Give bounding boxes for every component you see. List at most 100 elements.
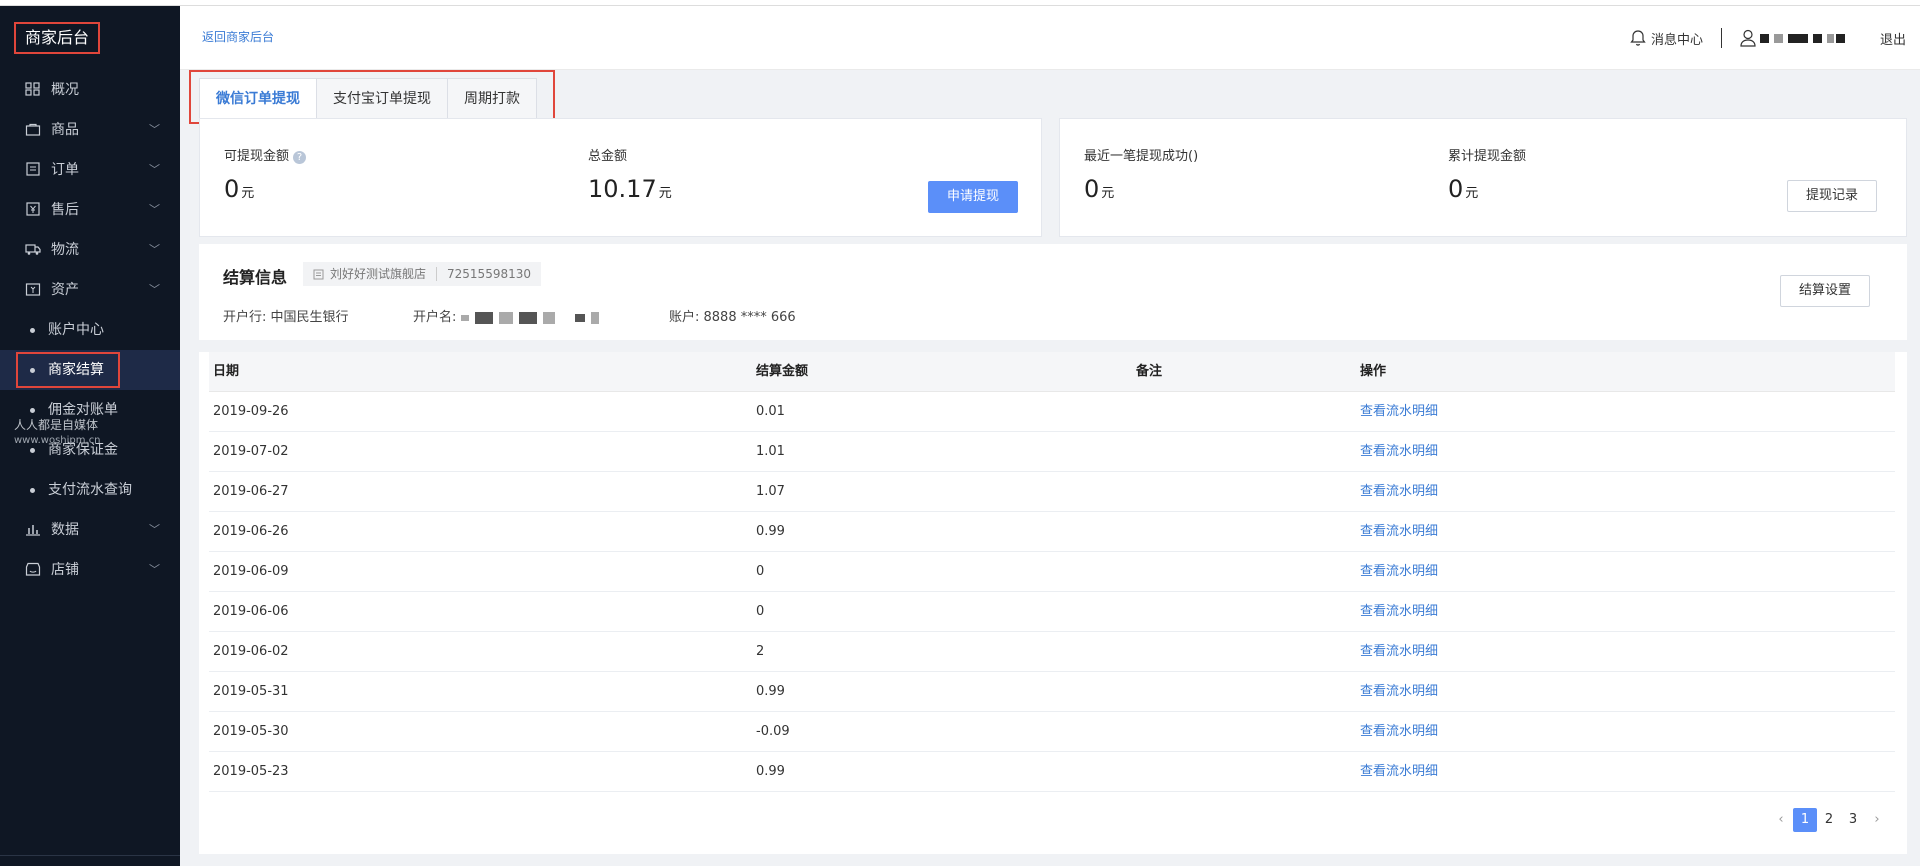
withdraw-record-button[interactable]: 提现记录 (1787, 180, 1877, 212)
redacted-account-name (518, 311, 537, 324)
tab-0[interactable]: 微信订单提现 (199, 78, 317, 118)
next-page-button[interactable]: › (1865, 808, 1889, 832)
chevron-down-icon: ﹀ (149, 563, 160, 576)
settlement-title: 结算信息 (223, 268, 288, 287)
sidebar-item-label: 商品 (51, 122, 79, 138)
sidebar-subitem-2[interactable]: 佣金对账单 (0, 390, 180, 430)
currency-unit: 元 (1465, 186, 1479, 201)
cell-date: 2019-07-02 (213, 444, 289, 459)
view-flow-detail-link[interactable]: 查看流水明细 (1360, 752, 1438, 792)
settlement-settings-button[interactable]: 结算设置 (1780, 275, 1870, 307)
available-amount-value: 0元 (224, 175, 254, 203)
cell-date: 2019-06-26 (213, 524, 289, 539)
prev-page-button[interactable]: ‹ (1769, 808, 1793, 832)
redacted-username (1812, 33, 1822, 43)
withdraw-summary-card: 可提现金额? 0元 总金额 10.17 元 申请提现 (199, 118, 1042, 237)
account-number: 账户: 8888 **** 666 (669, 310, 796, 325)
view-flow-detail-link[interactable]: 查看流水明细 (1360, 472, 1438, 512)
message-center-label: 消息中心 (1650, 32, 1703, 48)
cell-date: 2019-05-23 (213, 764, 289, 779)
view-flow-detail-link[interactable]: 查看流水明细 (1360, 512, 1438, 552)
cell-amount: 0 (756, 604, 765, 619)
cell-amount: 0.99 (756, 684, 785, 699)
column-header-note: 备注 (1136, 364, 1163, 379)
shop-name: 刘好好测试旗舰店 (330, 267, 427, 281)
cumulative-label: 累计提现金额 (1448, 149, 1527, 164)
redacted-account-name (474, 311, 493, 324)
help-icon[interactable]: ? (293, 151, 307, 164)
sidebar-subitem-1[interactable]: 商家结算 (0, 350, 180, 390)
page-button-1[interactable]: 1 (1793, 808, 1817, 832)
table-row: 2019-06-09 0 查看流水明细 (209, 552, 1895, 592)
table-row: 2019-06-26 0.99 查看流水明细 (209, 512, 1895, 552)
column-header-amount: 结算金额 (756, 364, 809, 379)
message-center-button[interactable]: 消息中心 (1629, 29, 1703, 48)
cell-amount: 1.07 (756, 484, 785, 499)
cell-date: 2019-09-26 (213, 404, 289, 419)
view-flow-detail-link[interactable]: 查看流水明细 (1360, 632, 1438, 672)
bank-name: 开户行: 中国民生银行 (223, 310, 349, 325)
cell-date: 2019-06-06 (213, 604, 289, 619)
view-flow-detail-link[interactable]: 查看流水明细 (1360, 432, 1438, 472)
logout-button[interactable]: 退出 (1880, 29, 1906, 48)
sidebar-subitem-0[interactable]: 账户中心 (0, 310, 180, 350)
available-label-text: 可提现金额 (224, 149, 290, 164)
chevron-down-icon: ﹀ (149, 283, 160, 296)
table-row: 2019-05-23 0.99 查看流水明细 (209, 752, 1895, 792)
sidebar-subitem-4[interactable]: 支付流水查询 (0, 470, 180, 510)
sidebar-item-2[interactable]: 订单 ﹀ (0, 150, 180, 190)
page-button-3[interactable]: 3 (1841, 808, 1865, 832)
view-flow-detail-link[interactable]: 查看流水明细 (1360, 552, 1438, 592)
last-success-number: 0 (1084, 175, 1100, 203)
available-amount-label: 可提现金额? (224, 145, 307, 164)
redacted-username (1787, 33, 1808, 43)
cell-amount: -0.09 (756, 724, 790, 739)
view-flow-detail-link[interactable]: 查看流水明细 (1360, 712, 1438, 752)
sidebar-item-1[interactable]: 商品 ﹀ (0, 110, 180, 150)
cell-amount: 0.01 (756, 404, 785, 419)
sidebar-subitem-label: 支付流水查询 (48, 482, 132, 498)
view-flow-detail-link[interactable]: 查看流水明细 (1360, 392, 1438, 432)
sidebar-item-5[interactable]: 资产 ﹀ (0, 270, 180, 310)
cell-amount: 1.01 (756, 444, 785, 459)
user-icon (1740, 29, 1756, 47)
chevron-down-icon: ﹀ (149, 163, 160, 176)
total-amount-label: 总金额 (588, 149, 628, 164)
sidebar-subitem-label: 账户中心 (48, 322, 104, 338)
currency-unit: 元 (1101, 186, 1115, 201)
active-item-highlight (16, 352, 120, 388)
sidebar-divider (0, 855, 180, 856)
bell-icon (1630, 30, 1646, 46)
currency-unit: 元 (241, 186, 255, 201)
sidebar-item-4[interactable]: 物流 ﹀ (0, 230, 180, 270)
sidebar-subitem-3[interactable]: 商家保证金 (0, 430, 180, 470)
currency-unit: 元 (658, 186, 672, 201)
sidebar-item-3[interactable]: 售后 ﹀ (0, 190, 180, 230)
truck-icon (25, 242, 41, 256)
back-to-admin-link[interactable]: 返回商家后台 (202, 28, 274, 45)
bar-chart-icon (25, 522, 41, 536)
brand-title: 商家后台 (14, 22, 100, 54)
settlement-table-card: 日期 结算金额 备注 操作 2019-09-26 0.01 查看流水明细 2019-0… (199, 352, 1907, 854)
page-button-2[interactable]: 2 (1817, 808, 1841, 832)
column-header-date: 日期 (213, 364, 240, 379)
asset-icon (25, 282, 41, 296)
settlement-info-panel: 结算信息 刘好好测试旗舰店 72515598130 开户行: 中国民生银行 开户… (199, 244, 1907, 340)
shop-icon (313, 269, 324, 279)
view-flow-detail-link[interactable]: 查看流水明细 (1360, 592, 1438, 632)
user-menu[interactable] (1740, 29, 1850, 47)
pagination: ‹ 1 2 3 › (1769, 808, 1889, 832)
account-name-label: 开户名: (413, 310, 457, 325)
tab-1[interactable]: 支付宝订单提现 (316, 78, 448, 118)
apply-withdraw-button[interactable]: 申请提现 (928, 181, 1018, 213)
view-flow-detail-link[interactable]: 查看流水明细 (1360, 672, 1438, 712)
sidebar-item-b0[interactable]: 数据 ﹀ (0, 510, 180, 550)
sidebar-item-b1[interactable]: 店铺 ﹀ (0, 550, 180, 590)
sidebar-item-0[interactable]: 概况 (0, 70, 180, 110)
sidebar-item-label: 售后 (51, 202, 79, 218)
top-header: 返回商家后台 消息中心 退出 (180, 6, 1920, 70)
chevron-down-icon: ﹀ (149, 123, 160, 136)
chevron-down-icon: ﹀ (149, 523, 160, 536)
total-value-number: 10.17 (588, 175, 657, 203)
tab-2[interactable]: 周期打款 (447, 78, 537, 118)
